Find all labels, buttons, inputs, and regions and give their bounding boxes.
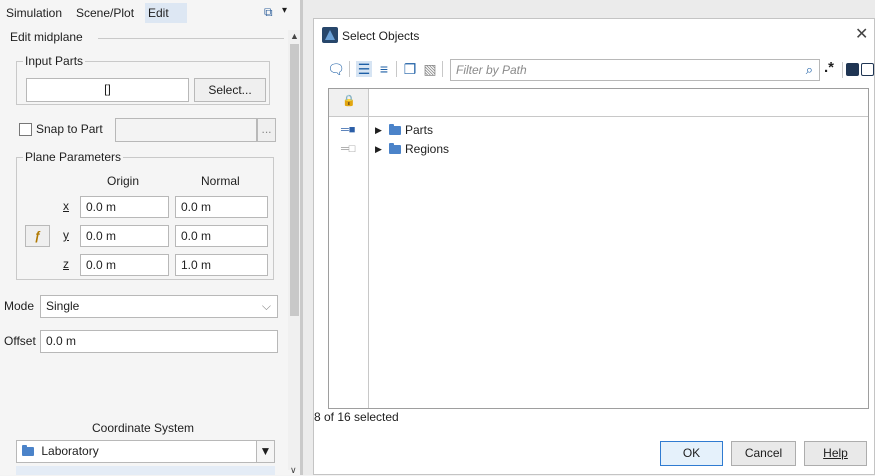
tab-scene-plot[interactable]: Scene/Plot — [73, 3, 137, 23]
comment-icon[interactable]: 🗨 — [327, 61, 345, 77]
expand-icon[interactable]: ▶ — [375, 140, 382, 159]
folder-icon — [389, 143, 401, 154]
coordinate-system-label: Coordinate System — [92, 421, 195, 435]
next-row-preview — [16, 466, 275, 475]
snap-label: Snap to Part — [36, 122, 103, 136]
input-parts-title: Input Parts — [23, 54, 86, 68]
title-divider — [98, 38, 284, 39]
edit-panel: Simulation Scene/Plot Edit ⧉ ▾ Edit midp… — [0, 0, 300, 475]
normal-y-field[interactable]: 0.0 m — [175, 225, 268, 247]
edit-title: Edit midplane — [10, 30, 83, 44]
region-node-icon: ═□ — [341, 143, 356, 155]
paste-icon[interactable]: ▧ — [422, 61, 438, 77]
axis-z-link[interactable]: z — [63, 257, 69, 271]
regex-toggle[interactable]: .* — [824, 59, 834, 76]
tree-header-lock: 🔒 — [329, 89, 369, 117]
part-node-icon: ═■ — [341, 124, 356, 136]
plane-parameters-title: Plane Parameters — [23, 150, 124, 164]
tree-header — [369, 89, 868, 117]
help-button[interactable]: Help — [804, 441, 867, 466]
normal-x-field[interactable]: 0.0 m — [175, 196, 268, 218]
flat-list-icon[interactable]: ≡ — [376, 61, 392, 77]
expand-icon[interactable]: ▶ — [375, 121, 382, 140]
folder-icon — [22, 445, 34, 456]
dropdown-arrow-icon: ▼ — [256, 441, 274, 462]
cancel-button[interactable]: Cancel — [731, 441, 796, 466]
mode-label: Mode — [4, 299, 35, 313]
select-objects-dialog: Select Objects ✕ 🗨 ☰ ≡ ❐ ▧ Filter by Pat… — [313, 18, 875, 475]
scroll-down-icon[interactable]: ∨ — [290, 465, 297, 476]
coordinate-system-value: Laboratory — [41, 444, 99, 458]
filter-placeholder: Filter by Path — [456, 63, 527, 77]
coordinate-system-select[interactable]: Laboratory ▼ — [16, 440, 275, 463]
search-icon[interactable]: ⌕ — [806, 62, 813, 78]
panel-scroll-thumb[interactable] — [290, 44, 299, 316]
app-logo-icon — [322, 27, 338, 43]
function-button[interactable]: ƒ — [25, 225, 50, 247]
chevron-down-icon: ⌵ — [261, 299, 271, 313]
scroll-up-icon[interactable]: ▲ — [290, 31, 299, 41]
offset-label: Offset — [4, 334, 36, 348]
origin-header: Origin — [107, 174, 140, 188]
filter-input[interactable]: Filter by Path ⌕ — [450, 59, 820, 81]
axis-y-link[interactable]: y — [63, 228, 69, 242]
offset-field[interactable]: 0.0 m — [40, 330, 278, 353]
tree-list-icon[interactable]: ☰ — [356, 61, 372, 77]
mode-select[interactable]: Single ⌵ — [40, 295, 278, 318]
close-icon[interactable]: ✕ — [855, 24, 868, 44]
input-parts-field[interactable]: [] — [26, 78, 189, 102]
axis-x-link[interactable]: x — [63, 199, 69, 213]
normal-z-field[interactable]: 1.0 m — [175, 254, 268, 276]
origin-y-field[interactable]: 0.0 m — [80, 225, 169, 247]
tree-label-parts: Parts — [405, 123, 434, 137]
lock-icon: 🔒 — [342, 95, 356, 107]
origin-z-field[interactable]: 0.0 m — [80, 254, 169, 276]
snap-browse-button[interactable]: ... — [257, 118, 276, 142]
select-all-icon[interactable] — [846, 63, 859, 76]
folder-icon — [389, 124, 401, 135]
dialog-title: Select Objects — [342, 29, 420, 43]
tree-gutter — [329, 117, 369, 408]
mode-value: Single — [46, 299, 80, 313]
select-none-icon[interactable] — [861, 63, 874, 76]
tab-edit[interactable]: Edit — [145, 3, 187, 23]
object-tree: 🔒 ═■ ▶ Parts ═□ ▶ Regions — [328, 88, 869, 409]
copy-icon[interactable]: ❐ — [402, 61, 418, 77]
tree-label-regions: Regions — [405, 142, 450, 156]
ok-button[interactable]: OK — [660, 441, 723, 466]
tree-view-icon[interactable]: ⧉ — [264, 5, 273, 20]
tree-row-parts[interactable]: ═■ ▶ Parts — [329, 121, 849, 140]
origin-x-field[interactable]: 0.0 m — [80, 196, 169, 218]
snap-checkbox[interactable] — [19, 123, 32, 136]
splitter[interactable] — [300, 0, 303, 475]
selection-status: 8 of 16 selected — [314, 410, 399, 424]
tree-row-regions[interactable]: ═□ ▶ Regions — [329, 140, 849, 159]
tab-simulation[interactable]: Simulation — [3, 3, 65, 23]
panel-menu-icon[interactable]: ▾ — [282, 5, 287, 16]
select-parts-button[interactable]: Select... — [194, 78, 266, 102]
snap-part-field[interactable] — [115, 118, 257, 142]
normal-header: Normal — [201, 174, 240, 188]
